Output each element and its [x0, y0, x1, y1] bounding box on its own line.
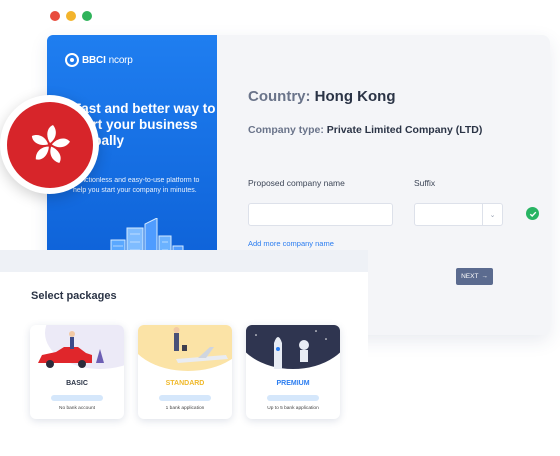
rocket-illustration-icon	[246, 325, 340, 369]
window-controls	[50, 11, 92, 21]
company-name-label: Proposed company name	[248, 178, 345, 188]
country-label: Country:	[248, 88, 311, 105]
packages-panel: Select packages BASIC No bank account ST…	[0, 250, 368, 456]
package-select-pill[interactable]	[159, 395, 211, 401]
arrow-right-icon: →	[481, 273, 488, 280]
package-name: PREMIUM	[276, 380, 310, 387]
add-more-company-name-link[interactable]: Add more company name	[248, 239, 334, 248]
package-select-pill[interactable]	[267, 395, 319, 401]
brand-thin: ncorp	[108, 54, 133, 66]
package-name: STANDARD	[165, 380, 205, 387]
packages-title: Select packages	[31, 290, 117, 302]
country-line: Country: Hong Kong	[248, 88, 395, 105]
company-type-value: Private Limited Company (LTD)	[326, 124, 483, 136]
airplane-illustration-icon	[138, 325, 232, 371]
company-type-line: Company type: Private Limited Company (L…	[248, 124, 482, 136]
package-card-premium[interactable]: PREMIUM Up to 5 bank application	[246, 325, 340, 419]
suffix-label: Suffix	[414, 178, 436, 188]
bauhinia-flower-icon	[31, 124, 70, 163]
hero-subtext: A frictionless and easy-to-use platform …	[73, 177, 200, 194]
minimize-dot[interactable]	[66, 11, 76, 21]
package-card-standard[interactable]: STANDARD 1 bank application	[138, 325, 232, 419]
package-card-basic[interactable]: BASIC No bank account	[30, 325, 124, 419]
chevron-down-icon: ⌄	[482, 204, 502, 225]
next-button[interactable]: NEXT →	[456, 268, 493, 285]
company-name-input[interactable]	[248, 203, 393, 226]
package-desc: No bank account	[58, 406, 95, 411]
maximize-dot[interactable]	[82, 11, 92, 21]
close-dot[interactable]	[50, 11, 60, 21]
country-value: Hong Kong	[314, 88, 396, 105]
company-type-label: Company type:	[248, 124, 324, 136]
car-illustration-icon	[38, 325, 124, 369]
package-desc: 1 bank application	[165, 406, 205, 411]
suffix-select[interactable]: ⌄	[414, 203, 503, 226]
brand-logo: BBCI ncorp	[65, 53, 133, 67]
packages-divider	[0, 250, 368, 272]
next-button-label: NEXT	[461, 273, 479, 280]
package-select-pill[interactable]	[51, 395, 103, 401]
package-name: BASIC	[66, 380, 88, 387]
package-desc: Up to 5 bank application	[267, 406, 319, 411]
check-circle-icon	[526, 207, 539, 220]
hong-kong-flag-icon	[0, 95, 99, 194]
brand-bold: BBCI	[82, 54, 106, 66]
logo-icon	[65, 53, 79, 67]
